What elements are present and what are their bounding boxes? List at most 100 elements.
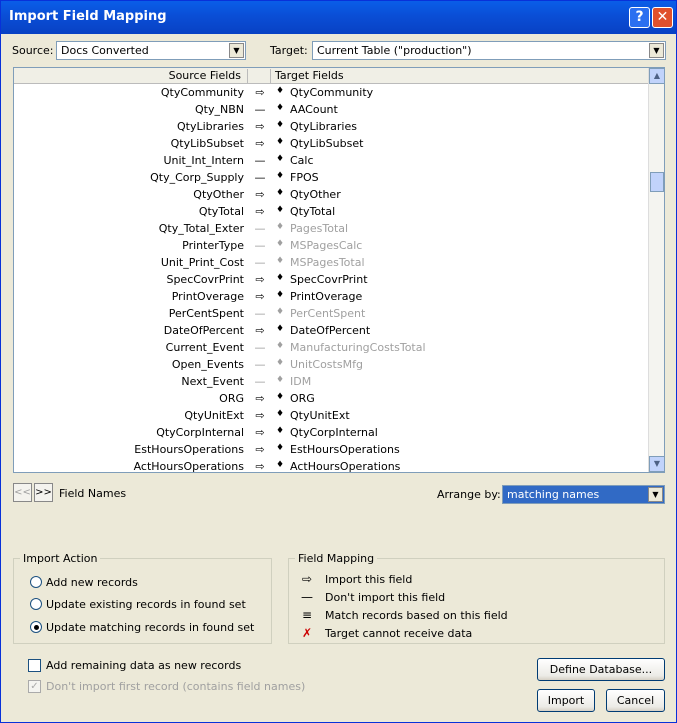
source-field[interactable]: Qty_Corp_Supply xyxy=(14,171,244,184)
update-existing-radio[interactable] xyxy=(30,598,42,610)
target-select[interactable]: Current Table ("production") ▼ xyxy=(312,41,666,60)
update-matching-radio[interactable] xyxy=(30,621,42,633)
mapping-arrow-icon[interactable]: — xyxy=(252,154,268,167)
target-field[interactable]: QtyTotal xyxy=(290,205,335,218)
mapping-arrow-icon[interactable]: ⇨ xyxy=(252,188,268,201)
source-field[interactable]: ORG xyxy=(14,392,244,405)
mapping-arrow-icon[interactable]: ⇨ xyxy=(252,443,268,456)
mapping-arrow-icon[interactable]: ⇨ xyxy=(252,324,268,337)
reorder-handle-icon[interactable]: ♦ xyxy=(276,358,284,368)
target-fields-header[interactable]: Target Fields xyxy=(270,69,650,84)
define-database-button[interactable]: Define Database... xyxy=(537,658,665,681)
table-row[interactable]: SpecCovrPrint ⇨ ♦ SpecCovrPrint xyxy=(14,273,650,290)
reorder-handle-icon[interactable]: ♦ xyxy=(276,120,284,130)
mapping-arrow-icon[interactable]: — xyxy=(252,171,268,184)
import-button[interactable]: Import xyxy=(537,689,595,712)
reorder-handle-icon[interactable]: ♦ xyxy=(276,324,284,334)
reorder-handle-icon[interactable]: ♦ xyxy=(276,205,284,215)
mapping-arrow-icon[interactable]: ⇨ xyxy=(252,86,268,99)
reorder-handle-icon[interactable]: ♦ xyxy=(276,256,284,266)
reorder-handle-icon[interactable]: ♦ xyxy=(276,409,284,419)
reorder-handle-icon[interactable]: ♦ xyxy=(276,460,284,470)
target-field[interactable]: PerCentSpent xyxy=(290,307,365,320)
target-field[interactable]: IDM xyxy=(290,375,311,388)
table-row[interactable]: ORG ⇨ ♦ ORG xyxy=(14,392,650,409)
target-field[interactable]: PagesTotal xyxy=(290,222,348,235)
reorder-handle-icon[interactable]: ♦ xyxy=(276,392,284,402)
chevron-down-icon[interactable]: ▼ xyxy=(648,487,663,502)
chevron-down-icon[interactable]: ▼ xyxy=(229,43,244,58)
scroll-thumb[interactable] xyxy=(650,172,664,192)
table-row[interactable]: QtyLibraries ⇨ ♦ QtyLibraries xyxy=(14,120,650,137)
source-field[interactable]: PerCentSpent xyxy=(14,307,244,320)
source-field[interactable]: EstHoursOperations xyxy=(14,443,244,456)
mapping-arrow-icon[interactable]: — xyxy=(252,375,268,388)
target-field[interactable]: QtyLibraries xyxy=(290,120,357,133)
reorder-handle-icon[interactable]: ♦ xyxy=(276,86,284,96)
reorder-handle-icon[interactable]: ♦ xyxy=(276,426,284,436)
source-field[interactable]: QtyCommunity xyxy=(14,86,244,99)
target-field[interactable]: QtyUnitExt xyxy=(290,409,350,422)
mapping-arrow-icon[interactable]: — xyxy=(252,358,268,371)
scroll-down-icon[interactable]: ▼ xyxy=(649,456,664,472)
reorder-handle-icon[interactable]: ♦ xyxy=(276,239,284,249)
source-field[interactable]: QtyTotal xyxy=(14,205,244,218)
mapping-arrow-icon[interactable]: ⇨ xyxy=(252,460,268,472)
table-row[interactable]: Qty_Corp_Supply — ♦ FPOS xyxy=(14,171,650,188)
reorder-handle-icon[interactable]: ♦ xyxy=(276,375,284,385)
source-field[interactable]: QtyUnitExt xyxy=(14,409,244,422)
source-field[interactable]: Unit_Int_Intern xyxy=(14,154,244,167)
reorder-handle-icon[interactable]: ♦ xyxy=(276,103,284,113)
vertical-scrollbar[interactable]: ▲ ▼ xyxy=(648,68,664,472)
target-field[interactable]: SpecCovrPrint xyxy=(290,273,368,286)
target-field[interactable]: PrintOverage xyxy=(290,290,362,303)
add-remaining-label[interactable]: Add remaining data as new records xyxy=(46,659,241,672)
field-mapping-grid[interactable]: Source Fields Target Fields QtyCommunity… xyxy=(13,67,665,473)
prev-field-button[interactable]: << xyxy=(13,483,32,502)
table-row[interactable]: Unit_Print_Cost — ♦ MSPagesTotal xyxy=(14,256,650,273)
source-field[interactable]: QtyLibSubset xyxy=(14,137,244,150)
close-button[interactable]: ✕ xyxy=(652,7,673,28)
target-field[interactable]: ORG xyxy=(290,392,315,405)
table-row[interactable]: QtyOther ⇨ ♦ QtyOther xyxy=(14,188,650,205)
source-field[interactable]: QtyOther xyxy=(14,188,244,201)
reorder-handle-icon[interactable]: ♦ xyxy=(276,341,284,351)
target-field[interactable]: FPOS xyxy=(290,171,319,184)
update-existing-label[interactable]: Update existing records in found set xyxy=(46,598,246,611)
target-field[interactable]: MSPagesCalc xyxy=(290,239,362,252)
mapping-arrow-icon[interactable]: — xyxy=(252,222,268,235)
reorder-handle-icon[interactable]: ♦ xyxy=(276,154,284,164)
mapping-arrow-icon[interactable]: — xyxy=(252,239,268,252)
source-field[interactable]: Unit_Print_Cost xyxy=(14,256,244,269)
target-field[interactable]: MSPagesTotal xyxy=(290,256,365,269)
source-fields-header[interactable]: Source Fields xyxy=(14,69,248,84)
mapping-arrow-icon[interactable]: — xyxy=(252,341,268,354)
update-matching-label[interactable]: Update matching records in found set xyxy=(46,621,254,634)
source-field[interactable]: Current_Event xyxy=(14,341,244,354)
table-row[interactable]: Qty_NBN — ♦ AACount xyxy=(14,103,650,120)
table-row[interactable]: PrintOverage ⇨ ♦ PrintOverage xyxy=(14,290,650,307)
source-field[interactable]: PrintOverage xyxy=(14,290,244,303)
reorder-handle-icon[interactable]: ♦ xyxy=(276,137,284,147)
mapping-arrow-icon[interactable]: — xyxy=(252,256,268,269)
reorder-handle-icon[interactable]: ♦ xyxy=(276,273,284,283)
mapping-arrow-icon[interactable]: ⇨ xyxy=(252,120,268,133)
target-field[interactable]: EstHoursOperations xyxy=(290,443,400,456)
target-field[interactable]: UnitCostsMfg xyxy=(290,358,363,371)
reorder-handle-icon[interactable]: ♦ xyxy=(276,290,284,300)
table-row[interactable]: ActHoursOperations ⇨ ♦ ActHoursOperations xyxy=(14,460,650,472)
source-field[interactable]: QtyLibraries xyxy=(14,120,244,133)
next-field-button[interactable]: >> xyxy=(34,483,53,502)
table-row[interactable]: Current_Event — ♦ ManufacturingCostsTotal xyxy=(14,341,650,358)
reorder-handle-icon[interactable]: ♦ xyxy=(276,443,284,453)
cancel-button[interactable]: Cancel xyxy=(606,689,665,712)
reorder-handle-icon[interactable]: ♦ xyxy=(276,222,284,232)
target-field[interactable]: ActHoursOperations xyxy=(290,460,400,472)
dont-import-first-checkbox[interactable]: ✓ xyxy=(28,680,41,693)
table-row[interactable]: QtyCorpInternal ⇨ ♦ QtyCorpInternal xyxy=(14,426,650,443)
source-field[interactable]: Open_Events xyxy=(14,358,244,371)
table-row[interactable]: QtyTotal ⇨ ♦ QtyTotal xyxy=(14,205,650,222)
mapping-arrow-icon[interactable]: ⇨ xyxy=(252,273,268,286)
mapping-arrow-icon[interactable]: ⇨ xyxy=(252,290,268,303)
target-field[interactable]: QtyLibSubset xyxy=(290,137,363,150)
